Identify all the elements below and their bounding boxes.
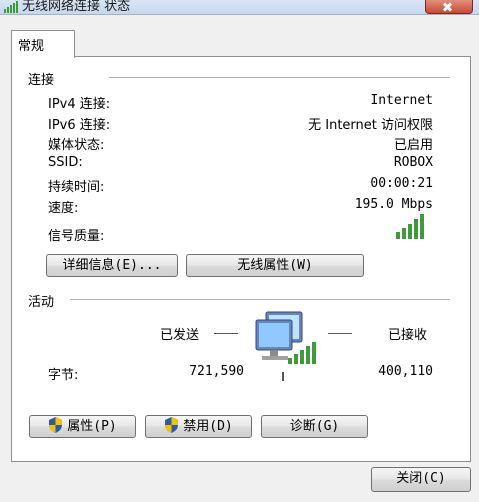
connection-heading: 连接 — [28, 73, 55, 88]
media-state-value: 已启用 — [393, 138, 433, 153]
ipv4-value: Internet — [370, 93, 433, 108]
activity-heading: 活动 — [28, 295, 55, 310]
disable-button-label: 禁用(D) — [183, 419, 233, 434]
ipv6-label: IPv6 连接: — [48, 118, 111, 133]
window-close-button[interactable] — [425, 0, 473, 14]
network-activity-icon — [255, 311, 316, 381]
speed-value: 195.0 Mbps — [354, 197, 433, 212]
diagnose-button[interactable]: 诊断(G) — [261, 415, 368, 438]
tab-general[interactable]: 常规 — [11, 30, 75, 58]
close-button[interactable]: 关闭(C) — [371, 467, 471, 492]
duration-label: 持续时间: — [48, 180, 105, 195]
signal-strength-icon — [396, 214, 424, 239]
details-button-label: 详细信息(E)... — [62, 258, 162, 273]
ipv4-label: IPv4 连接: — [48, 97, 111, 112]
properties-button[interactable]: 属性(P) — [29, 415, 136, 438]
window-title: 无线网络连接 状态 — [22, 0, 131, 14]
activity-divider — [70, 299, 450, 300]
properties-button-label: 属性(P) — [67, 419, 117, 434]
bytes-received-value: 400,110 — [378, 364, 433, 379]
close-button-label: 关闭(C) — [396, 471, 446, 486]
disable-button[interactable]: 禁用(D) — [145, 415, 252, 438]
bytes-sent-value: 721,590 — [189, 364, 244, 379]
title-bar: 无线网络连接 状态 — [0, 0, 479, 15]
uac-shield-icon — [165, 417, 179, 433]
uac-shield-icon — [49, 417, 63, 433]
wireless-properties-button-label: 无线属性(W) — [237, 258, 313, 273]
received-label: 已接收 — [388, 328, 428, 343]
sent-connector-line — [214, 333, 238, 334]
media-state-label: 媒体状态: — [48, 138, 105, 153]
speed-label: 速度: — [48, 201, 79, 216]
diagnose-button-label: 诊断(G) — [289, 419, 340, 434]
tab-general-label: 常规 — [18, 39, 45, 54]
received-connector-line — [328, 333, 352, 334]
wireless-signal-icon — [4, 1, 18, 13]
connection-divider — [109, 77, 450, 78]
wireless-properties-button[interactable]: 无线属性(W) — [186, 254, 364, 277]
signal-quality-label: 信号质量: — [48, 229, 105, 244]
bytes-label: 字节: — [48, 368, 79, 383]
ssid-value: ROBOX — [393, 155, 433, 170]
ipv6-value: 无 Internet 访问权限 — [308, 118, 433, 133]
duration-value: 00:00:21 — [370, 176, 433, 191]
ssid-label: SSID: — [48, 155, 83, 170]
sent-label: 已发送 — [160, 328, 200, 343]
details-button[interactable]: 详细信息(E)... — [46, 254, 178, 277]
